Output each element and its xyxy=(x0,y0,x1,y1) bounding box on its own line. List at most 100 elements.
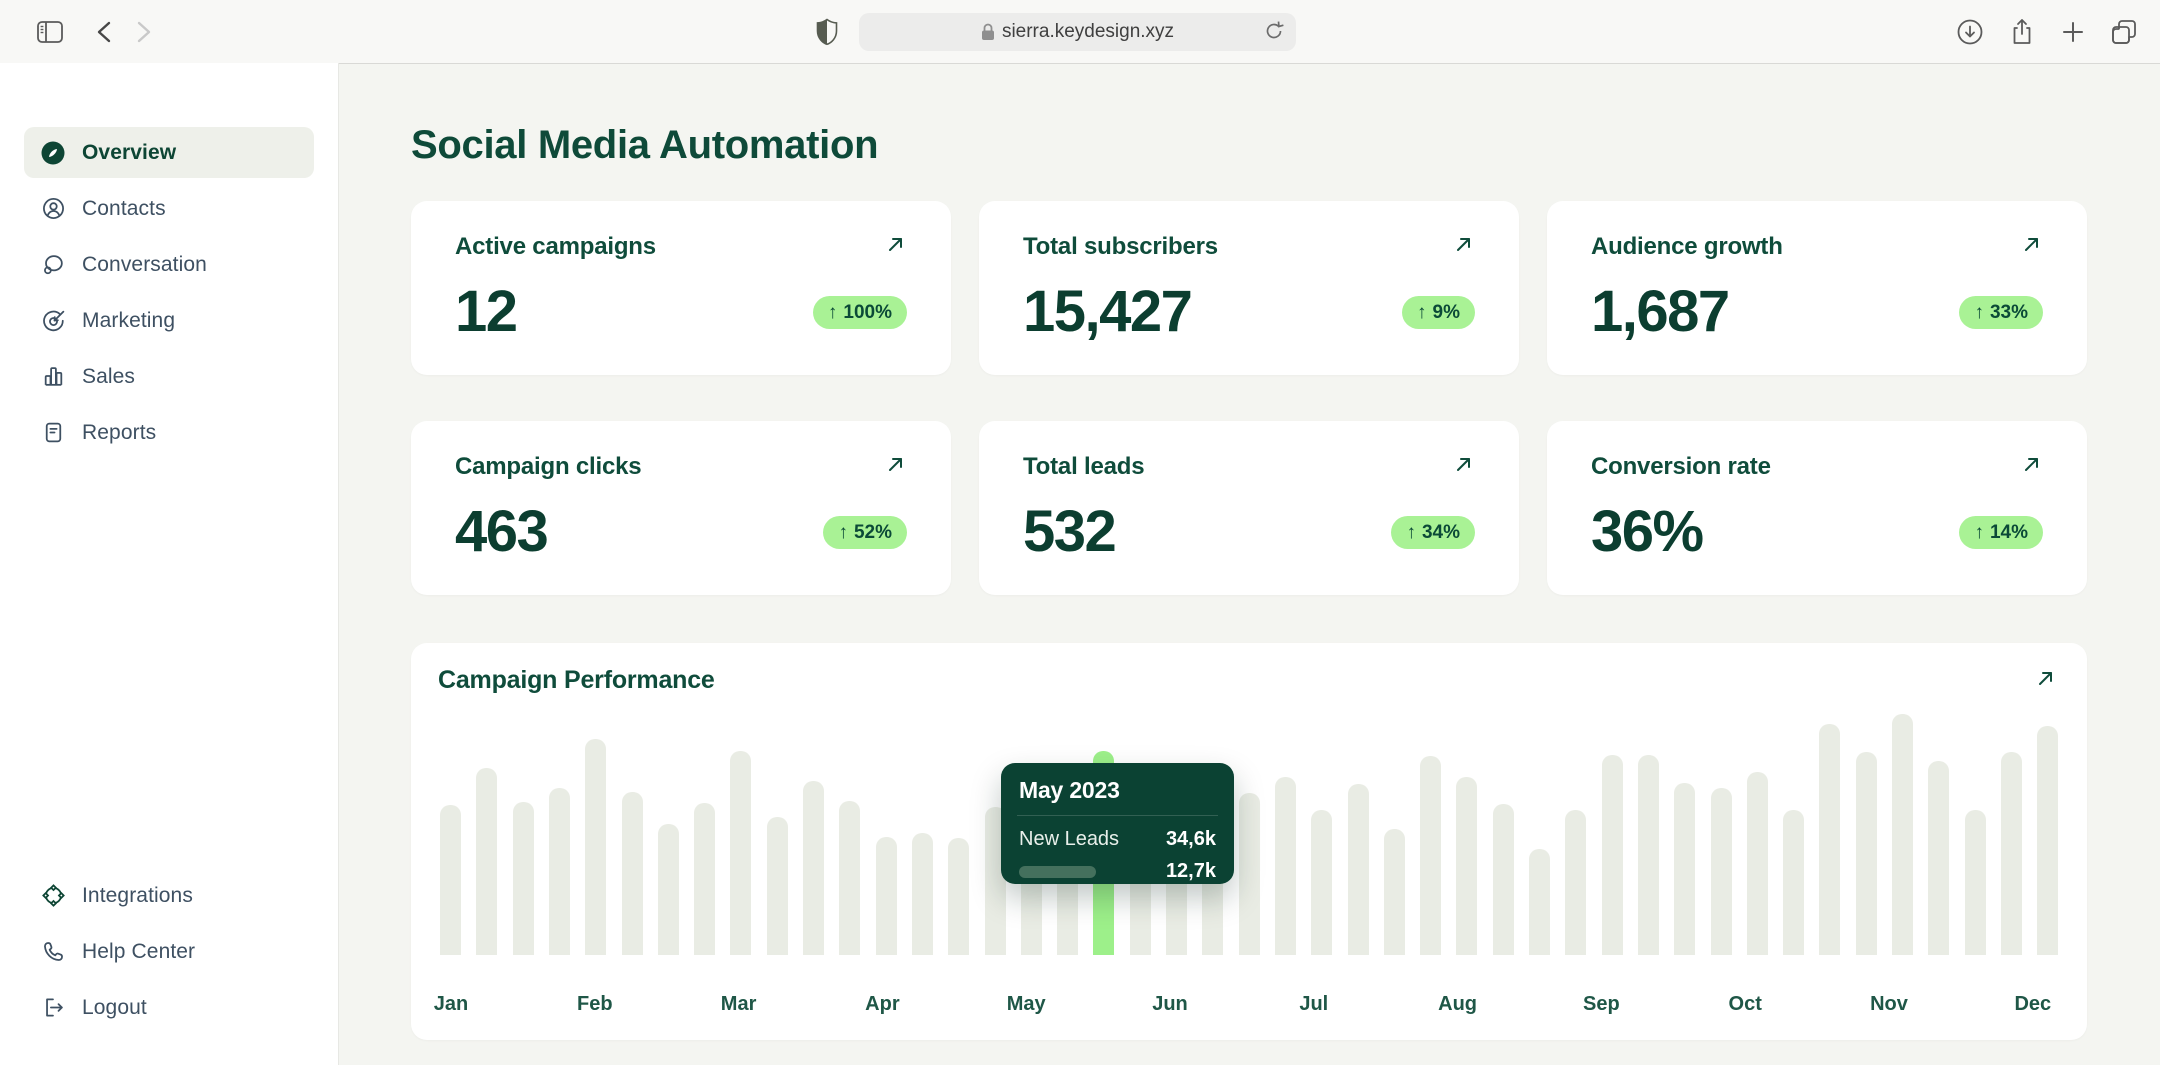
new-tab-icon[interactable] xyxy=(2051,0,2095,63)
external-arrow-icon[interactable] xyxy=(1453,233,1475,260)
stat-label: Total leads xyxy=(1023,453,1144,481)
sidebar-item-label: Sales xyxy=(82,365,135,389)
stat-label: Active campaigns xyxy=(455,233,656,261)
sidebar-item-reports[interactable]: Reports xyxy=(24,407,314,458)
chart-bar[interactable] xyxy=(1311,810,1332,955)
chart-bar[interactable] xyxy=(839,801,860,955)
chart-bar[interactable] xyxy=(1275,777,1296,955)
main-content: Social Media Automation Active campaigns… xyxy=(339,63,2160,1065)
chart-bar[interactable] xyxy=(1711,788,1732,955)
chart-bar[interactable] xyxy=(549,788,570,955)
chart-bar[interactable] xyxy=(1493,804,1514,955)
stat-card-audience-growth: Audience growth 1,687 ↑33% xyxy=(1547,201,2087,375)
stat-card-campaign-clicks: Campaign clicks 463 ↑52% xyxy=(411,421,951,595)
tab-overview-icon[interactable] xyxy=(2102,0,2146,63)
external-arrow-icon[interactable] xyxy=(885,453,907,480)
trend-badge: ↑33% xyxy=(1959,296,2043,329)
stat-value: 12 xyxy=(455,283,517,341)
chart-bar[interactable] xyxy=(513,802,534,955)
chart-bar[interactable] xyxy=(876,837,897,955)
address-bar[interactable]: sierra.keydesign.xyz xyxy=(859,13,1296,51)
sidebar-item-contacts[interactable]: Contacts xyxy=(24,183,314,234)
bar-chart-icon xyxy=(40,364,66,390)
chart-bar[interactable] xyxy=(585,739,606,955)
share-icon[interactable] xyxy=(2000,0,2044,63)
stat-card-total-subscribers: Total subscribers 15,427 ↑9% xyxy=(979,201,1519,375)
sidebar-item-overview[interactable]: Overview xyxy=(24,127,314,178)
sidebar-item-marketing[interactable]: Marketing xyxy=(24,295,314,346)
chart-bar[interactable] xyxy=(2037,726,2058,955)
sidebar-footer: Integrations Help Center xyxy=(24,870,314,1038)
chart-bar[interactable] xyxy=(1928,761,1949,955)
chart-bar[interactable] xyxy=(1819,724,1840,955)
chart-bar[interactable] xyxy=(1384,829,1405,955)
external-arrow-icon[interactable] xyxy=(2021,453,2043,480)
external-arrow-icon[interactable] xyxy=(885,233,907,260)
chart-bar[interactable] xyxy=(1892,714,1913,955)
stat-label: Total subscribers xyxy=(1023,233,1218,261)
stat-value: 15,427 xyxy=(1023,283,1191,341)
chart-bar[interactable] xyxy=(2001,752,2022,955)
month-label-jul: Jul xyxy=(1299,993,1328,1016)
chart-bar[interactable] xyxy=(1239,793,1260,955)
tooltip-divider xyxy=(1017,815,1218,816)
chart-bar[interactable] xyxy=(1348,784,1369,955)
chart-bar[interactable] xyxy=(1529,849,1550,955)
chart-bar[interactable] xyxy=(1456,777,1477,955)
external-arrow-icon[interactable] xyxy=(1453,453,1475,480)
stat-value: 36% xyxy=(1591,503,1703,561)
sidebar-item-integrations[interactable]: Integrations xyxy=(24,870,314,921)
month-label-jan: Jan xyxy=(434,993,468,1016)
stat-card-conversion-rate: Conversion rate 36% ↑14% xyxy=(1547,421,2087,595)
sidebar-item-label: Overview xyxy=(82,141,176,165)
sidebar-nav: Overview Contacts xyxy=(0,63,338,458)
chart-bar[interactable] xyxy=(694,803,715,955)
chart-bar[interactable] xyxy=(1565,810,1586,955)
chart-bar[interactable] xyxy=(912,833,933,955)
sidebar-item-label: Contacts xyxy=(82,197,166,221)
chart-bar[interactable] xyxy=(1856,752,1877,955)
chart-bar[interactable] xyxy=(767,817,788,955)
month-label-feb: Feb xyxy=(577,993,613,1016)
trend-badge: ↑52% xyxy=(823,516,907,549)
sidebar-item-label: Help Center xyxy=(82,940,195,964)
chart-bar[interactable] xyxy=(803,781,824,955)
trend-badge: ↑14% xyxy=(1959,516,2043,549)
chart-bar[interactable] xyxy=(1420,756,1441,955)
chart-bar[interactable] xyxy=(1602,755,1623,955)
chart-bar[interactable] xyxy=(476,768,497,955)
sidebar-item-label: Integrations xyxy=(82,884,193,908)
sidebar-toggle-icon[interactable] xyxy=(28,0,72,63)
logout-icon xyxy=(40,995,66,1021)
chart-bar[interactable] xyxy=(948,838,969,955)
chat-icon xyxy=(40,252,66,278)
chart-bar[interactable] xyxy=(622,792,643,955)
month-label-mar: Mar xyxy=(721,993,757,1016)
chart-bar[interactable] xyxy=(730,751,751,955)
chart-bar[interactable] xyxy=(1674,783,1695,955)
target-icon xyxy=(40,308,66,334)
up-arrow-icon: ↑ xyxy=(828,303,838,322)
downloads-icon[interactable] xyxy=(1948,0,1992,63)
chart-bar[interactable] xyxy=(1783,810,1804,955)
month-label-sep: Sep xyxy=(1583,993,1620,1016)
chart-bar[interactable] xyxy=(1638,755,1659,955)
campaign-performance-card: Campaign Performance JanFebMarAprMayJunJ… xyxy=(411,643,2087,1040)
back-icon[interactable] xyxy=(82,0,126,63)
tooltip-secondary-value: 12,7k xyxy=(1166,860,1216,883)
sidebar-item-help-center[interactable]: Help Center xyxy=(24,926,314,977)
chart-bar[interactable] xyxy=(440,805,461,955)
chart-bar[interactable] xyxy=(1965,810,1986,955)
chart-bar[interactable] xyxy=(658,824,679,955)
reload-icon[interactable] xyxy=(1264,20,1284,47)
browser-window: sierra.keydesign.xyz xyxy=(0,0,2160,1065)
sidebar-item-sales[interactable]: Sales xyxy=(24,351,314,402)
forward-icon[interactable] xyxy=(122,0,166,63)
sidebar-item-logout[interactable]: Logout xyxy=(24,982,314,1033)
sidebar-item-conversation[interactable]: Conversation xyxy=(24,239,314,290)
chart-bar[interactable] xyxy=(1747,772,1768,955)
privacy-shield-icon[interactable] xyxy=(805,0,849,63)
up-arrow-icon: ↑ xyxy=(1974,303,1984,322)
external-arrow-icon[interactable] xyxy=(2021,233,2043,260)
stat-value: 1,687 xyxy=(1591,283,1729,341)
